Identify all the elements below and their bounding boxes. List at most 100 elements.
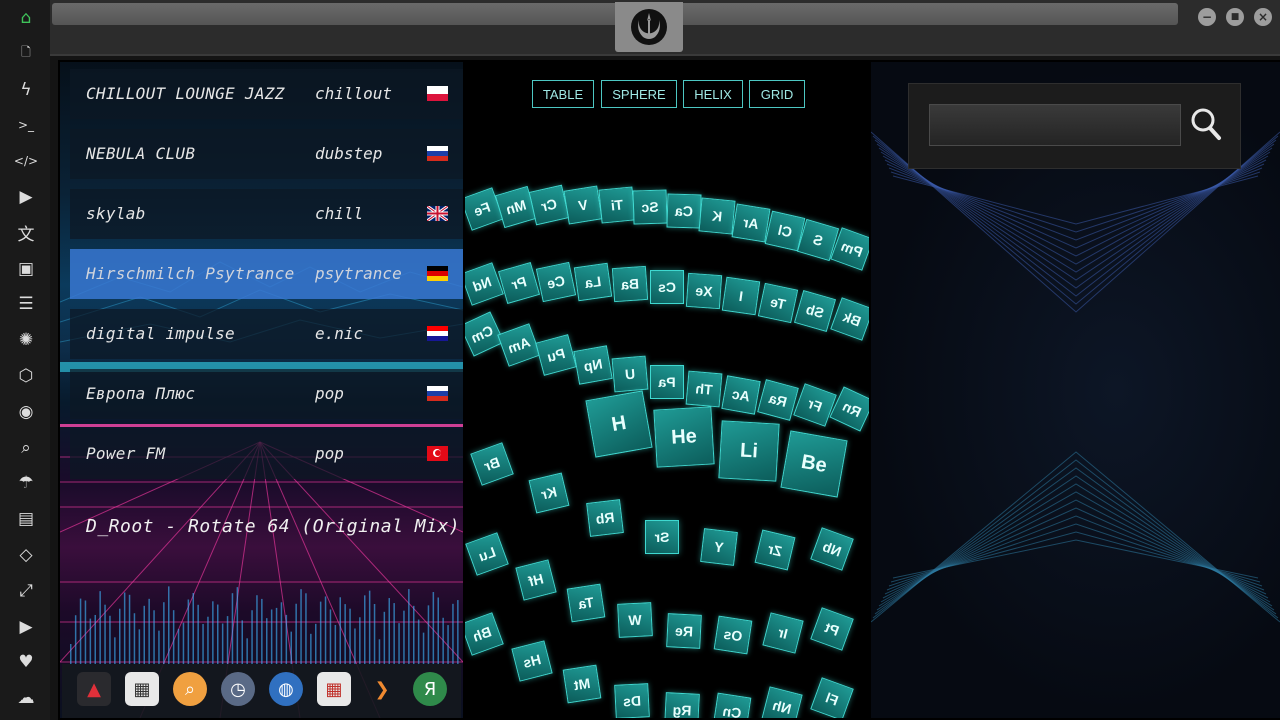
element-tile[interactable]: I — [721, 277, 761, 316]
element-tile[interactable]: Bh — [465, 612, 504, 656]
element-tile[interactable]: Ta — [566, 583, 605, 623]
element-tile[interactable]: Ir — [762, 612, 804, 655]
search-app-icon[interactable]: ⌕ — [173, 672, 207, 706]
element-tile[interactable]: Pr — [497, 261, 541, 304]
visualizer-bar — [197, 604, 199, 664]
station-row[interactable]: Европа Плюс pop — [70, 369, 463, 419]
element-tile[interactable]: Nh — [761, 686, 803, 718]
element-tile[interactable]: Ca — [666, 193, 702, 229]
station-row[interactable]: Power FM pop — [70, 429, 463, 479]
element-tile[interactable]: Pu — [535, 334, 577, 376]
element-tile[interactable]: Th — [685, 370, 723, 407]
rebel-icon[interactable]: ✺ — [13, 327, 39, 353]
element-tile[interactable]: Li — [718, 420, 780, 482]
element-tile[interactable]: Rn — [829, 386, 869, 432]
maximize-button[interactable]: ■ — [1226, 8, 1244, 26]
element-tile[interactable]: H — [585, 390, 653, 458]
contact-icon[interactable]: ▤ — [13, 506, 39, 532]
element-tile[interactable]: Sc — [632, 189, 668, 225]
station-row[interactable]: digital impulse e.nic — [70, 309, 463, 359]
element-tile[interactable]: Te — [757, 283, 799, 324]
element-tile[interactable]: Sr — [645, 519, 679, 554]
element-tile[interactable]: K — [698, 197, 736, 235]
cloud-icon[interactable]: ☁ — [13, 685, 39, 711]
vector-app-icon[interactable]: ▲ — [77, 672, 111, 706]
lightning-icon[interactable]: ϟ — [13, 77, 39, 103]
search-icon[interactable]: ⌕ — [13, 435, 39, 461]
element-tile[interactable]: Np — [573, 344, 613, 385]
element-tile[interactable]: He — [653, 406, 715, 468]
element-tile[interactable]: Zr — [754, 529, 796, 571]
element-tile[interactable]: Rg — [664, 692, 700, 718]
element-tile[interactable]: Hf — [515, 559, 557, 601]
element-tile[interactable]: Os — [714, 615, 753, 655]
clock-app-icon[interactable]: ◷ — [221, 672, 255, 706]
station-row[interactable]: Hirschmilch Psytrance psytrance — [70, 249, 463, 299]
element-tile[interactable]: V — [563, 185, 603, 225]
station-row[interactable]: CHILLOUT LOUNGE JAZZ chillout — [70, 69, 463, 119]
element-tile[interactable]: Rb — [586, 499, 625, 538]
element-tile[interactable]: Pa — [650, 364, 684, 399]
element-tile[interactable]: Bk — [830, 297, 869, 341]
element-tile[interactable]: Cs — [650, 269, 684, 304]
element-tile[interactable]: Be — [780, 430, 848, 498]
logo-tab[interactable] — [615, 2, 683, 52]
element-tile[interactable]: Re — [666, 613, 702, 649]
news-app-icon[interactable]: ▦ — [125, 672, 159, 706]
code-icon[interactable]: </> — [13, 148, 39, 174]
youtube-icon[interactable]: ▶ — [13, 614, 39, 640]
element-tile[interactable]: Nd — [465, 262, 504, 306]
home-icon[interactable]: ⌂ — [13, 5, 39, 31]
minimize-button[interactable]: − — [1198, 8, 1216, 26]
element-tile[interactable]: Kr — [528, 472, 570, 514]
station-row[interactable]: skylab chill — [70, 189, 463, 239]
element-tile[interactable]: Pt — [810, 607, 854, 651]
document-icon[interactable]: 🗋 — [13, 41, 39, 67]
search-button[interactable] — [1189, 106, 1223, 142]
element-tile[interactable]: Ti — [597, 186, 636, 224]
element-tile[interactable]: Lu — [465, 532, 509, 576]
element-tile[interactable]: Xe — [685, 272, 723, 309]
element-tile[interactable]: Y — [699, 527, 738, 566]
element-tile[interactable]: Mt — [562, 664, 602, 704]
element-tile[interactable]: Ar — [731, 203, 771, 243]
globe-app-icon[interactable]: ◍ — [269, 672, 303, 706]
element-tile[interactable]: Ce — [535, 262, 577, 303]
fullscreen-icon[interactable]: ⤢ — [13, 578, 39, 604]
element-tile[interactable]: Ac — [721, 374, 761, 415]
element-tile[interactable]: Hs — [511, 639, 553, 682]
element-tile[interactable]: Sb — [793, 289, 837, 332]
element-tile[interactable]: Ba — [611, 265, 649, 302]
image-icon[interactable]: ▣ — [13, 256, 39, 282]
play-icon[interactable]: ▶ — [13, 184, 39, 210]
element-tile[interactable]: Br — [470, 442, 514, 486]
mode-button-sphere[interactable]: SPHERE — [601, 80, 677, 108]
mode-button-helix[interactable]: HELIX — [683, 80, 743, 108]
element-tile[interactable]: Ds — [614, 683, 650, 718]
yandex-app-icon[interactable]: Я — [413, 672, 447, 706]
hexagon-icon[interactable]: ⬡ — [13, 363, 39, 389]
close-button[interactable]: × — [1254, 8, 1272, 26]
element-tile[interactable]: Fl — [810, 677, 854, 718]
globe-icon[interactable]: ◉ — [13, 399, 39, 425]
mode-button-table[interactable]: TABLE — [532, 80, 594, 108]
visualizer-bar — [290, 631, 292, 664]
search-input[interactable] — [929, 104, 1181, 146]
diamond-code-icon[interactable]: ◇ — [13, 542, 39, 568]
umbrella-icon[interactable]: ☂ — [13, 470, 39, 496]
heart-icon[interactable]: ♥ — [13, 649, 39, 675]
station-row[interactable]: NEBULA CLUB dubstep — [70, 129, 463, 179]
element-tile[interactable]: W — [617, 602, 653, 639]
arrow-app-icon[interactable]: ❯ — [365, 672, 399, 706]
element-tile[interactable]: Nb — [810, 527, 854, 571]
calendar-app-icon[interactable]: ▦ — [317, 672, 351, 706]
element-tile[interactable]: La — [573, 263, 613, 302]
element-tile[interactable]: Am — [497, 322, 541, 367]
terminal-icon[interactable]: >_ — [13, 112, 39, 138]
element-tile[interactable]: Cn — [712, 692, 752, 718]
element-tile[interactable]: Fr — [793, 382, 837, 427]
translate-icon[interactable]: 文 — [13, 220, 39, 246]
element-tile[interactable]: U — [611, 355, 649, 392]
news-icon[interactable]: ☰ — [13, 291, 39, 317]
mode-button-grid[interactable]: GRID — [749, 80, 805, 108]
